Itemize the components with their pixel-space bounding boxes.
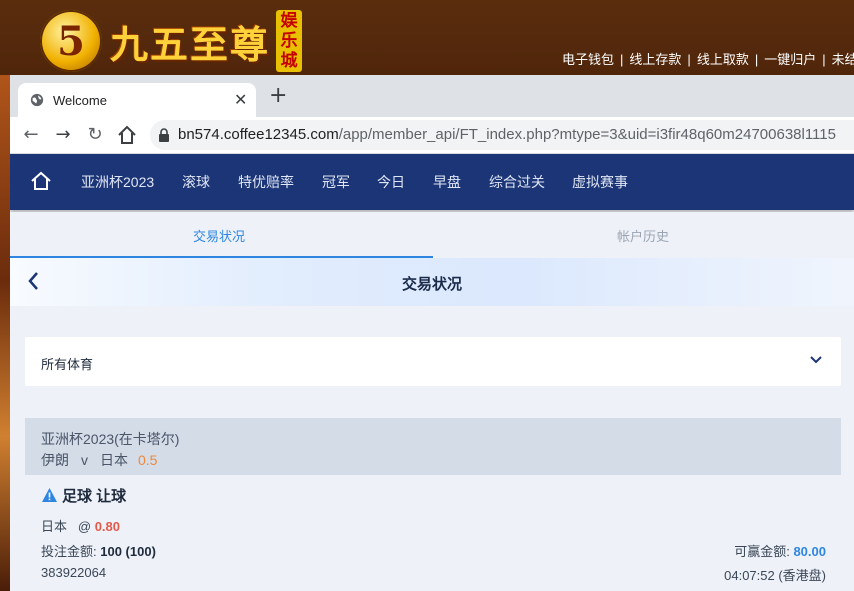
home-team: 伊朗 — [41, 452, 69, 468]
url-host: bn574.coffee12345.com — [178, 126, 339, 143]
divider: | — [754, 52, 759, 67]
url-path: /app/member_api/FT_index.php?mtype=3&uid… — [338, 126, 836, 143]
nav-item-early[interactable]: 早盘 — [433, 172, 461, 192]
sport-filter-value: 所有体育 — [41, 357, 94, 372]
divider: | — [822, 52, 826, 67]
win-label: 可赢金额: — [734, 544, 790, 559]
browser-tab[interactable]: Welcome ✕ — [18, 83, 256, 117]
selection-team: 日本 — [41, 519, 68, 534]
home-icon[interactable] — [30, 170, 52, 192]
nav-item-best-odds[interactable]: 特优赔率 — [238, 172, 294, 192]
divider: | — [620, 52, 624, 67]
win-value: 80.00 — [793, 544, 826, 559]
nav-item-inplay[interactable]: 滚球 — [182, 172, 210, 192]
logo-emblem: 5 — [40, 10, 102, 72]
stake-info: 投注金额: 100 (100) — [41, 541, 156, 560]
browser-window: Welcome ✕ + ← → ↻ bn574.coffee12345.com/… — [10, 75, 854, 591]
top-link-withdraw[interactable]: 线上取款 — [697, 52, 749, 67]
tab-transactions[interactable]: 交易状况 — [193, 226, 245, 245]
top-link-unsettled[interactable]: 未结 — [832, 52, 854, 67]
sub-tabs: 交易状况 帐户历史 — [10, 212, 854, 258]
bet-card: 亚洲杯2023(在卡塔尔) 伊朗 v 日本 0.5 足球 让球 日本 @ 0.80 投… — [25, 418, 841, 591]
top-link-consolidate[interactable]: 一键归户 — [764, 52, 816, 67]
logo-badge-char: 城 — [280, 51, 298, 71]
globe-icon — [30, 93, 44, 107]
page-header: 交易状况 — [10, 258, 854, 306]
versus: v — [81, 452, 88, 468]
address-bar-row: ← → ↻ bn574.coffee12345.com/app/member_a… — [10, 117, 854, 154]
forward-arrow-icon[interactable]: → — [52, 124, 74, 146]
page-title: 交易状况 — [401, 276, 462, 293]
divider: | — [687, 52, 691, 67]
browser-tab-bar: Welcome ✕ + — [10, 75, 854, 117]
away-team: 日本 — [100, 452, 128, 468]
new-tab-icon[interactable]: + — [269, 85, 287, 107]
lock-icon — [159, 128, 169, 143]
bet-type: 足球 让球 — [41, 485, 126, 506]
at-sign: @ — [77, 519, 92, 534]
logo-badge: 娱 乐 城 — [276, 10, 303, 72]
tab-title: Welcome — [53, 93, 107, 108]
logo-text: 九五至尊 — [110, 21, 271, 67]
odds-value: 0.80 — [94, 519, 120, 534]
logo-badge-char: 娱 — [280, 11, 298, 31]
top-link-deposit[interactable]: 线上存款 — [629, 52, 681, 67]
bet-time: 04:07:52 (香港盘) — [724, 568, 826, 583]
bet-card-header: 亚洲杯2023(在卡塔尔) 伊朗 v 日本 0.5 — [25, 418, 841, 475]
stake-label: 投注金额: — [41, 544, 97, 559]
nav-item-virtual[interactable]: 虚拟赛事 — [572, 172, 628, 192]
nav-item-asian-cup[interactable]: 亚洲杯2023 — [81, 172, 154, 192]
url-field[interactable]: bn574.coffee12345.com/app/member_api/FT_… — [150, 120, 854, 150]
nav-item-parlay[interactable]: 综合过关 — [489, 172, 545, 192]
top-link-wallet[interactable]: 电子钱包 — [562, 52, 614, 67]
bet-type-label: 足球 让球 — [62, 488, 127, 505]
tab-account-history[interactable]: 帐户历史 — [617, 226, 669, 245]
nav-item-today[interactable]: 今日 — [377, 172, 405, 192]
site-background-strip — [0, 75, 10, 591]
match-info: 伊朗 v 日本 0.5 — [41, 450, 157, 470]
logo-badge-char: 乐 — [280, 31, 298, 51]
main-nav: 亚洲杯2023 滚球 特优赔率 冠军 今日 早盘 综合过关 虚拟赛事 — [10, 154, 854, 210]
potential-win: 可赢金额: 80.00 — [734, 541, 826, 560]
bet-selection: 日本 @ 0.80 — [41, 516, 120, 535]
close-icon[interactable]: ✕ — [234, 90, 247, 110]
site-logo[interactable]: 5 九五至尊 娱 乐 城 — [40, 10, 303, 72]
handicap-value: 0.5 — [138, 452, 158, 468]
top-links: 电子钱包 | 线上存款 | 线上取款 | 一键归户 | 未结 — [562, 49, 854, 68]
stake-value: 100 (100) — [100, 544, 156, 559]
home-icon[interactable] — [116, 124, 138, 146]
main-content: 所有体育 亚洲杯2023(在卡塔尔) 伊朗 v 日本 0.5 足球 让球 日本 — [10, 306, 854, 591]
chevron-down-icon — [810, 356, 822, 364]
ticket-id: 383922064 — [41, 565, 107, 580]
warning-icon — [42, 488, 57, 502]
back-arrow-icon[interactable]: ← — [20, 124, 42, 146]
sport-filter-dropdown[interactable]: 所有体育 — [25, 337, 841, 386]
reload-icon[interactable]: ↻ — [84, 124, 106, 146]
nav-item-outright[interactable]: 冠军 — [322, 172, 350, 192]
league-name: 亚洲杯2023(在卡塔尔) — [41, 431, 180, 447]
